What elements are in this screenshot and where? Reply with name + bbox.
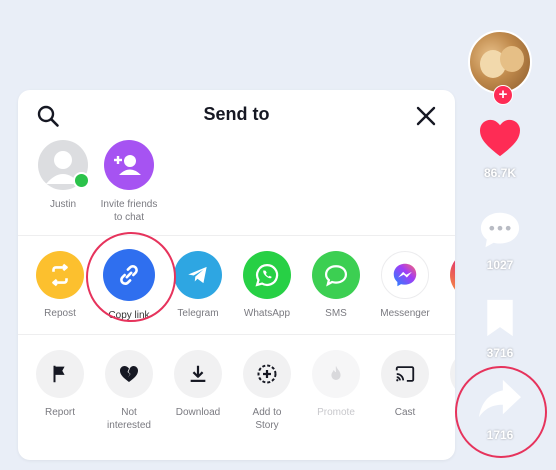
action-not-interested[interactable]: Not interested <box>94 350 164 432</box>
share-repost[interactable]: Repost <box>25 251 95 320</box>
like-count: 86.7K <box>483 166 517 180</box>
follow-plus-icon[interactable]: + <box>493 85 513 105</box>
action-label: Download <box>175 407 221 418</box>
more-icon <box>450 350 455 398</box>
broken-heart-icon <box>105 350 153 398</box>
share-sheet-title: Send to <box>203 104 270 124</box>
comment-icon <box>480 212 520 248</box>
share-telegram[interactable]: Telegram <box>163 251 233 320</box>
share-whatsapp[interactable]: WhatsApp <box>232 251 302 320</box>
comment-button[interactable]: 1027 <box>460 210 540 272</box>
action-label: Add to Story <box>252 407 282 431</box>
invite-friends-label: Invite friends to chat <box>100 199 158 223</box>
comment-count: 1027 <box>486 258 514 272</box>
action-download[interactable]: Download <box>163 350 233 419</box>
action-label: Report <box>44 407 75 418</box>
share-button[interactable]: 1716 <box>460 378 540 442</box>
share-label: SMS <box>325 308 347 319</box>
action-label: C <box>439 406 455 419</box>
flame-icon <box>312 350 360 398</box>
share-label: Repost <box>44 308 76 319</box>
add-user-icon <box>114 155 141 175</box>
action-add-to-story[interactable]: Add to Story <box>232 350 302 432</box>
add-story-icon <box>243 350 291 398</box>
share-sms[interactable]: SMS <box>301 251 371 320</box>
video-action-rail: + 86.7K 1027 3716 1716 <box>460 0 556 470</box>
invite-friends-button[interactable]: Invite friends to chat <box>84 140 174 224</box>
share-label: Messenger <box>380 308 430 319</box>
whatsapp-icon <box>243 251 291 299</box>
share-label: WhatsApp <box>243 308 291 319</box>
sms-icon <box>312 251 360 299</box>
divider <box>18 334 455 335</box>
action-label: Cast <box>394 407 416 418</box>
download-icon <box>174 350 222 398</box>
messenger-icon <box>381 251 429 299</box>
share-instagram[interactable]: In <box>439 251 455 320</box>
share-messenger[interactable]: Messenger <box>370 251 440 320</box>
action-label: Promote <box>317 407 355 418</box>
action-report[interactable]: Report <box>25 350 95 419</box>
share-sheet-header: Send to <box>18 90 455 140</box>
creator-avatar-button[interactable]: + <box>468 30 532 105</box>
share-label: Telegram <box>177 308 219 319</box>
flag-icon <box>36 350 84 398</box>
share-count: 1716 <box>486 428 514 442</box>
bookmark-button[interactable]: 3716 <box>460 298 540 360</box>
link-icon <box>103 249 155 301</box>
action-more[interactable]: C <box>439 350 455 419</box>
heart-icon <box>480 119 520 157</box>
close-icon[interactable] <box>415 105 437 127</box>
avatar <box>38 140 90 190</box>
share-sheet: Send to Justin Invite friends to chat Re… <box>18 90 455 460</box>
bookmark-icon <box>487 299 513 337</box>
invite-friends-circle <box>104 140 154 190</box>
share-label: Copy link <box>108 310 150 321</box>
share-copy-link[interactable]: Copy link <box>94 249 164 322</box>
action-cast[interactable]: Cast <box>370 350 440 419</box>
share-arrow-icon <box>479 379 521 418</box>
like-button[interactable]: 86.7K <box>460 118 540 180</box>
repost-icon <box>36 251 84 299</box>
action-label: Not interested <box>107 407 151 431</box>
action-promote: Promote <box>301 350 371 419</box>
bookmark-count: 3716 <box>486 346 514 360</box>
instagram-icon <box>450 251 455 299</box>
cast-icon <box>381 350 429 398</box>
share-label: In <box>439 307 455 320</box>
divider <box>18 235 455 236</box>
telegram-icon <box>174 251 222 299</box>
